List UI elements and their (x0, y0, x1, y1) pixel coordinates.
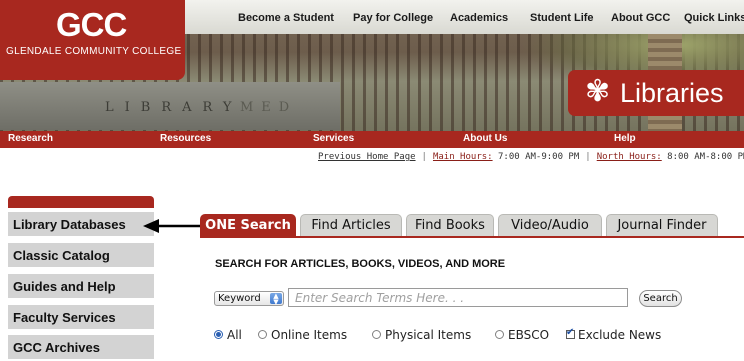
radio-icon-all[interactable] (214, 330, 223, 339)
sidebar-item-classic-catalog[interactable]: Classic Catalog (8, 243, 154, 269)
college-logo[interactable]: GCC GLENDALE COMMUNITY COLLEGE (0, 0, 185, 80)
libraries-title: Libraries (620, 78, 724, 108)
building-sign-text-partial: MED (240, 100, 298, 115)
filter-ebsco[interactable]: EBSCO (495, 328, 549, 342)
north-hours-link[interactable]: North Hours: (597, 152, 662, 162)
top-navigation: Become a Student Pay for College Academi… (185, 0, 744, 34)
north-hours-value: 8:00 AM-8:00 PM (661, 152, 744, 162)
radio-icon-physical-items[interactable] (372, 330, 381, 339)
college-name: GLENDALE COMMUNITY COLLEGE (6, 46, 182, 57)
sidebar-item-faculty-services[interactable]: Faculty Services (8, 305, 154, 331)
filter-exclude-news-label: Exclude News (578, 328, 662, 342)
sidebar-item-gcc-archives[interactable]: GCC Archives (8, 335, 154, 361)
nav-resources[interactable]: Resources (160, 133, 211, 144)
sidebar-item-guides-and-help[interactable]: Guides and Help (8, 274, 154, 300)
sidebar-header (8, 196, 154, 208)
arrow-left-icon (143, 219, 201, 233)
topnav-become-a-student[interactable]: Become a Student (238, 12, 334, 24)
tab-find-articles[interactable]: Find Articles (300, 214, 402, 236)
sidebar-item-library-databases[interactable]: Library Databases (8, 212, 154, 238)
library-navigation-bar: Research Resources Services About Us Hel… (0, 131, 744, 148)
search-button[interactable]: Search (639, 290, 682, 307)
nav-help[interactable]: Help (614, 133, 636, 144)
tab-find-books[interactable]: Find Books (406, 214, 494, 236)
updown-arrows-icon: ▲ ▼ (270, 293, 282, 306)
building-sign-text: LIBRARY (105, 100, 243, 115)
header-banner: LIBRARY MED Become a Student Pay for Col… (0, 0, 744, 131)
filter-ebsco-label: EBSCO (508, 328, 550, 342)
main-hours-link[interactable]: Main Hours: (433, 152, 493, 162)
topnav-student-life[interactable]: Student Life (530, 12, 594, 24)
filter-all[interactable]: All (214, 328, 242, 342)
radio-icon-online-items[interactable] (258, 330, 267, 339)
topnav-quick-links[interactable]: Quick Links (684, 12, 744, 24)
main-hours-value: 7:00 AM-9:00 PM (492, 152, 580, 162)
topnav-about-gcc[interactable]: About GCC (611, 12, 670, 24)
search-input[interactable] (288, 288, 628, 307)
search-field-select-value: Keyword (218, 293, 261, 304)
search-field-select[interactable]: Keyword ▲ ▼ (214, 291, 284, 306)
tab-one-search[interactable]: ONE Search (200, 214, 296, 236)
topnav-pay-for-college[interactable]: Pay for College (353, 12, 433, 24)
radio-icon-ebsco[interactable] (495, 330, 504, 339)
nav-research[interactable]: Research (8, 133, 53, 144)
topnav-academics[interactable]: Academics (450, 12, 508, 24)
filter-physical-items[interactable]: Physical Items (372, 328, 471, 342)
filter-online-items-label: Online Items (271, 328, 348, 342)
palm-tree-icon: ✾ (585, 75, 611, 108)
nav-about-us[interactable]: About Us (463, 133, 507, 144)
filter-physical-items-label: Physical Items (385, 328, 472, 342)
checkbox-icon-exclude-news[interactable] (566, 327, 575, 339)
tab-video-audio[interactable]: Video/Audio (498, 214, 602, 236)
tab-journal-finder[interactable]: Journal Finder (606, 214, 718, 236)
previous-home-link[interactable]: Previous Home Page (318, 152, 416, 162)
logo-mark: GCC (56, 6, 127, 43)
filter-exclude-news[interactable]: Exclude News (566, 327, 662, 342)
nav-services[interactable]: Services (313, 133, 354, 144)
filter-online-items[interactable]: Online Items (258, 328, 347, 342)
search-panel-heading: SEARCH FOR ARTICLES, BOOKS, VIDEOS, AND … (215, 258, 506, 270)
filter-all-label: All (227, 328, 242, 342)
hours-line: Previous Home Page | Main Hours: 7:00 AM-9… (318, 152, 744, 162)
